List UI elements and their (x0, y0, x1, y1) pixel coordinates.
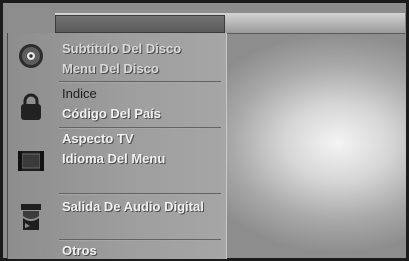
lock-icon (11, 87, 51, 127)
disc-icon (11, 36, 51, 76)
tv-screen: Subtitulo Del Disco Menu Del Disco Indic… (0, 0, 409, 261)
menu-item-subtitulo-del-disco[interactable]: Subtitulo Del Disco (62, 41, 181, 56)
audio-output-icon (11, 197, 51, 237)
other-settings-group: Otros (7, 241, 227, 261)
menu-item-menu-del-disco[interactable]: Menu Del Disco (62, 61, 159, 76)
disc-settings-group: Subtitulo Del Disco Menu Del Disco (7, 33, 227, 83)
screen-icon (11, 141, 51, 181)
setup-menu: Subtitulo Del Disco Menu Del Disco Indic… (7, 33, 227, 259)
top-tab-indicator (55, 15, 225, 33)
lock-settings-group: Indice Código Del País (7, 83, 227, 131)
menu-item-otros[interactable]: Otros (62, 243, 97, 258)
menu-item-salida-de-audio-digital[interactable]: Salida De Audio Digital (62, 199, 204, 214)
menu-item-codigo-del-pais[interactable]: Código Del País (62, 106, 161, 121)
menu-item-idioma-del-menu[interactable]: Idioma Del Menu (62, 151, 165, 166)
menu-item-indice[interactable]: Indice (62, 86, 97, 101)
menu-item-aspecto-tv[interactable]: Aspecto TV (62, 131, 134, 146)
display-settings-group: Aspecto TV Idioma Del Menu (7, 129, 227, 189)
audio-settings-group: Salida De Audio Digital (7, 195, 227, 239)
